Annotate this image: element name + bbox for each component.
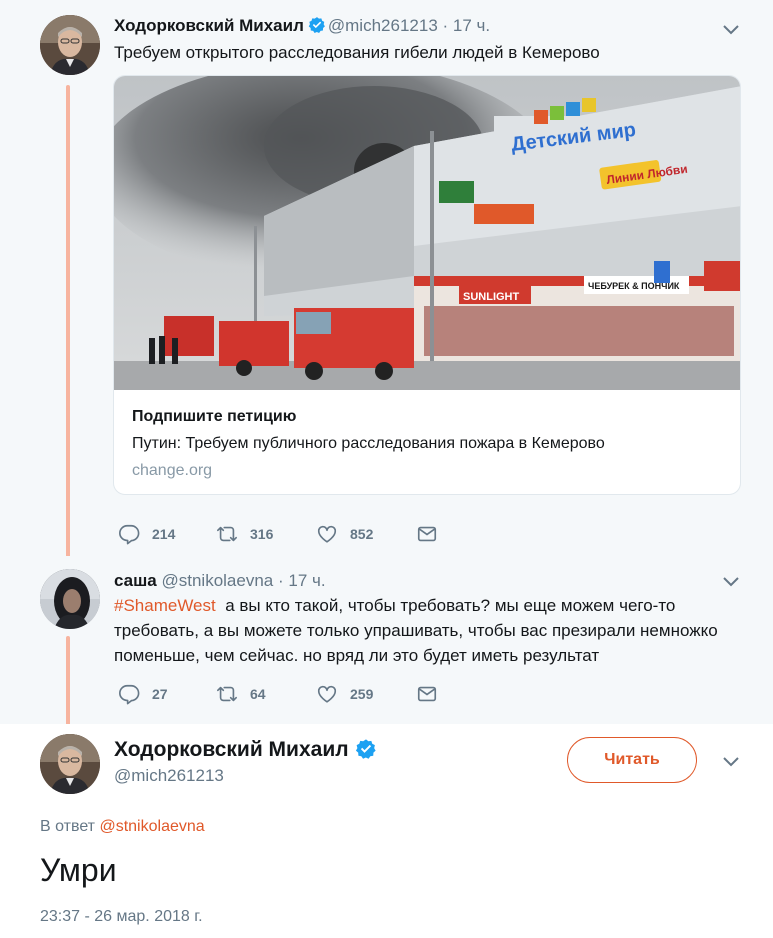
tweet-time[interactable]: 17 ч. (453, 16, 490, 35)
reply-button[interactable]: 214 (118, 522, 175, 546)
like-button[interactable]: 852 (316, 522, 373, 546)
text-line-3: поменьше, чем сейчас. но вряд ли это буд… (114, 646, 600, 665)
like-count: 852 (350, 526, 374, 542)
tweet-text: #ShameWest а вы кто такой, чтобы требова… (114, 593, 718, 668)
main-tweet: Ходорковский Михаил @mich261213 Читать В… (0, 724, 773, 938)
retweet-button[interactable]: 316 (216, 522, 273, 546)
like-count: 259 (350, 686, 374, 702)
avatar[interactable] (40, 569, 100, 629)
thread-line-lower (66, 636, 70, 736)
author-name[interactable]: Ходорковский Михаил (114, 738, 379, 762)
retweet-button[interactable]: 64 (216, 682, 266, 706)
author-handle[interactable]: @mich261213 (114, 766, 224, 786)
avatar[interactable] (40, 15, 100, 75)
separator: · (277, 571, 284, 590)
reply-count: 27 (152, 686, 168, 702)
avatar[interactable] (40, 734, 100, 794)
hashtag-link[interactable]: #ShameWest (114, 596, 216, 615)
tweet-1[interactable]: Ходорковский Михаил @mich261213 · 17 ч. Т… (0, 0, 773, 556)
tweet-text: Требуем открытого расследования гибели л… (114, 43, 600, 62)
tweet-text: Умри (40, 852, 117, 888)
like-button[interactable]: 259 (316, 682, 373, 706)
chevron-down-icon[interactable] (722, 756, 740, 768)
reply-prefix: В ответ (40, 818, 96, 835)
card-description: Путин: Требуем публичного расследования … (132, 435, 605, 452)
separator: · (442, 16, 449, 35)
thread-line (66, 85, 70, 565)
card-image: Детский мир Линии Любви SUNLIGHT ЧЕБУРЕК… (114, 76, 740, 390)
text-line-1: а вы кто такой, чтобы требовать? мы еще … (225, 596, 676, 615)
tweet-timestamp[interactable]: 23:37 - 26 мар. 2018 г. (40, 908, 203, 926)
follow-button[interactable]: Читать (567, 737, 697, 783)
tweet-time[interactable]: 17 ч. (288, 571, 325, 590)
chevron-down-icon[interactable] (722, 576, 740, 588)
card-title[interactable]: Подпишите петицию (132, 408, 296, 426)
text-line-2: требовать, а вы можете только упрашивать… (114, 621, 718, 640)
reply-icon (119, 684, 140, 705)
direct-message-icon (417, 526, 437, 542)
tweet-2[interactable]: саша @stnikolaevna · 17 ч. #ShameWest а … (0, 556, 773, 736)
tweet-header: саша @stnikolaevna · 17 ч. (114, 571, 326, 591)
verified-badge-icon (308, 17, 325, 33)
direct-message-button[interactable] (416, 682, 450, 706)
reply-button[interactable]: 27 (118, 682, 168, 706)
like-icon (317, 525, 337, 543)
reply-icon (119, 524, 140, 545)
sign-sunlight: SUNLIGHT (463, 291, 520, 303)
retweet-icon (217, 526, 237, 542)
chevron-down-icon[interactable] (722, 24, 740, 36)
like-icon (317, 685, 337, 703)
reply-count: 214 (152, 526, 176, 542)
direct-message-button[interactable] (416, 522, 450, 546)
author-handle[interactable]: @stnikolaevna (161, 571, 273, 590)
reply-context: В ответ @stnikolaevna (40, 818, 205, 836)
tweet-header: Ходорковский Михаил @mich261213 · 17 ч. (114, 16, 490, 36)
verified-badge-icon (355, 739, 376, 759)
card-domain: change.org (132, 462, 213, 479)
retweet-count: 64 (250, 686, 266, 702)
direct-message-icon (417, 686, 437, 702)
author-name[interactable]: Ходорковский Михаил (114, 16, 304, 35)
retweet-icon (217, 686, 237, 702)
reply-handle-link[interactable]: @stnikolaevna (99, 818, 204, 835)
link-card[interactable]: Детский мир Линии Любви SUNLIGHT ЧЕБУРЕК… (113, 75, 741, 495)
author-handle[interactable]: @mich261213 (328, 16, 438, 35)
author-name[interactable]: саша (114, 571, 157, 590)
author-name-text: Ходорковский Михаил (114, 738, 349, 761)
retweet-count: 316 (250, 526, 274, 542)
